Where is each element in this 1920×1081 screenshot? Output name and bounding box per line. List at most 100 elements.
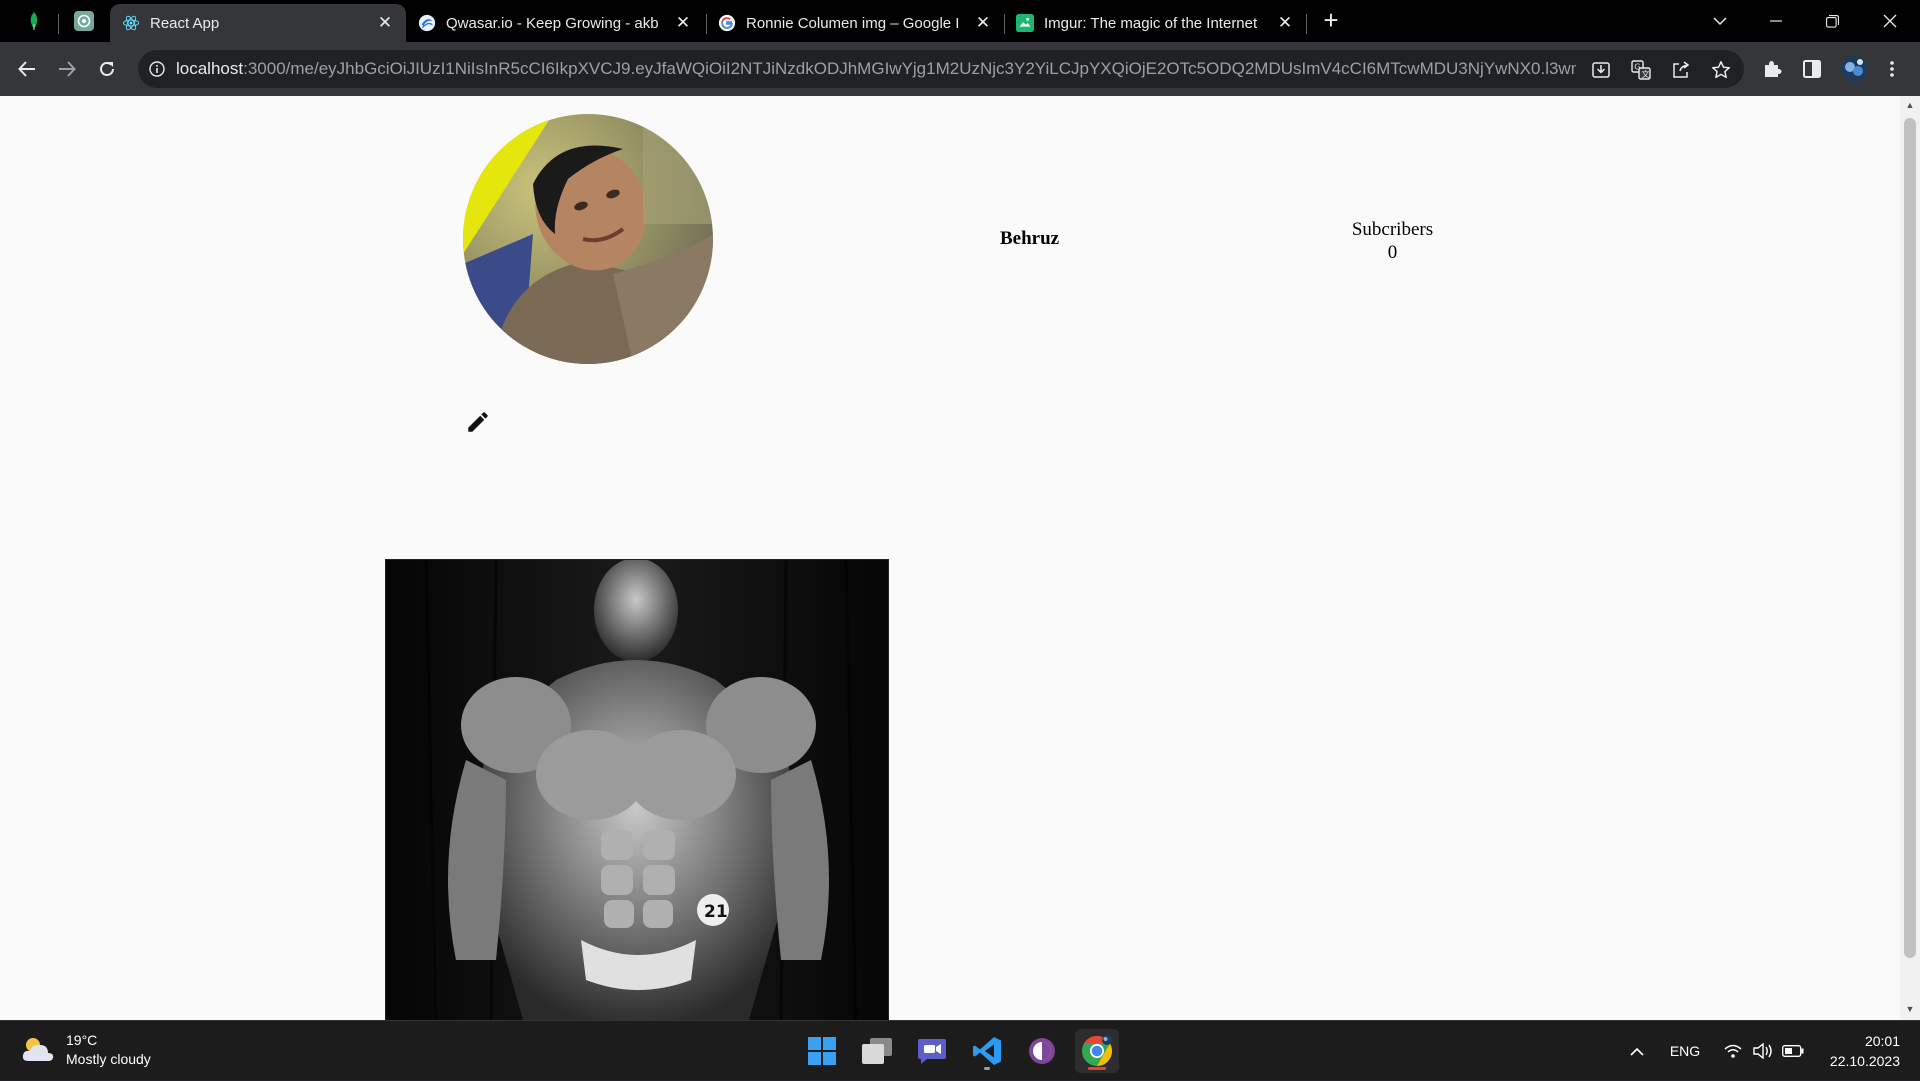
tab-title: Imgur: The magic of the Internet (1044, 14, 1258, 32)
translate-button[interactable]: G文 (1630, 59, 1652, 81)
scroll-down-arrow[interactable]: ▼ (1905, 1004, 1915, 1014)
speaker-icon (1753, 1043, 1772, 1059)
star-icon (1711, 61, 1731, 79)
tor-browser-taskbar-app[interactable] (1020, 1029, 1064, 1073)
url-text[interactable]: localhost:3000/me/eyJhbGciOiJIUzI1NiIsIn… (176, 59, 1576, 79)
translate-icon: G文 (1631, 60, 1651, 80)
chrome-taskbar-app[interactable] (1075, 1029, 1119, 1073)
tab-react-app[interactable]: React App ✕ (110, 4, 406, 42)
puzzle-icon (1765, 61, 1782, 77)
share-icon (1673, 61, 1690, 78)
minimize-button[interactable] (1748, 0, 1804, 42)
profile-avatar-icon (1841, 56, 1867, 82)
close-tab-icon[interactable]: ✕ (1276, 13, 1294, 32)
reload-button[interactable] (91, 53, 123, 85)
profile-username: Behruz (1000, 228, 1060, 249)
post-image[interactable]: 21 (385, 559, 889, 1020)
chevron-up-icon (1630, 1047, 1644, 1056)
install-app-button[interactable] (1590, 59, 1612, 81)
close-tab-icon[interactable]: ✕ (376, 13, 394, 32)
weather-widget[interactable]: 19°C Mostly cloudy (20, 1031, 151, 1069)
bookmark-button[interactable] (1710, 59, 1732, 81)
close-tab-icon[interactable]: ✕ (974, 13, 992, 32)
share-button[interactable] (1670, 59, 1692, 81)
close-window-button[interactable] (1862, 0, 1918, 42)
profile-avatar (463, 114, 713, 364)
task-view-icon (862, 1038, 892, 1064)
tab-qwasar[interactable]: Qwasar.io - Keep Growing - akb ✕ (406, 4, 704, 42)
address-bar[interactable]: localhost:3000/me/eyJhbGciOiJIUzI1NiIsIn… (138, 50, 1744, 88)
task-view-button[interactable] (855, 1029, 899, 1073)
windows-taskbar: 19°C Mostly cloudy ENG 20:01 22.10.2023 (0, 1020, 1920, 1080)
install-icon (1592, 62, 1610, 78)
extensions-button[interactable] (1760, 57, 1784, 81)
volume-status[interactable] (1748, 1021, 1778, 1081)
cloudy-weather-icon (22, 1038, 54, 1061)
chatgpt-icon (74, 11, 94, 31)
svg-text:21: 21 (704, 902, 728, 922)
start-button[interactable] (800, 1029, 844, 1073)
wifi-status[interactable] (1718, 1021, 1748, 1081)
restore-icon (1825, 14, 1839, 28)
info-icon (149, 61, 165, 77)
taskbar-clock[interactable]: 20:01 22.10.2023 (1810, 1031, 1900, 1071)
chat-icon (918, 1039, 946, 1064)
mongodb-leaf-icon (30, 12, 38, 30)
teams-chat-button[interactable] (910, 1029, 954, 1073)
google-icon (718, 14, 736, 32)
vscode-taskbar-app[interactable] (965, 1029, 1009, 1073)
subscribers-label: Subcribers (1351, 219, 1434, 240)
clock-time: 20:01 (1864, 1033, 1900, 1049)
react-icon (122, 15, 140, 31)
language-indicator[interactable]: ENG (1660, 1021, 1710, 1081)
url-host: localhost (176, 59, 244, 78)
imgur-icon (1016, 14, 1034, 32)
edit-profile-button[interactable] (462, 406, 494, 438)
pinned-tab-chatgpt[interactable] (62, 0, 106, 42)
tab-imgur[interactable]: Imgur: The magic of the Internet ✕ (1004, 4, 1306, 42)
tab-strip: React App ✕ Qwasar.io - Keep Growing - a… (0, 0, 1920, 42)
new-tab-button[interactable]: + (1318, 7, 1344, 34)
profile-button[interactable] (1840, 56, 1868, 82)
windows-icon (808, 1037, 836, 1065)
weather-description: Mostly cloudy (66, 1051, 151, 1067)
battery-status[interactable] (1778, 1021, 1808, 1081)
tor-browser-icon (1029, 1038, 1055, 1064)
tab-title: React App (150, 14, 220, 32)
vscode-icon (973, 1037, 1001, 1065)
clock-date: 22.10.2023 (1829, 1053, 1900, 1069)
chrome-menu-button[interactable] (1880, 57, 1904, 81)
close-icon (1883, 14, 1897, 28)
subscribers-count: 0 (1387, 242, 1398, 263)
pinned-tab-mongodb[interactable] (12, 0, 56, 42)
tab-search-button[interactable] (1692, 0, 1748, 42)
scrollbar-thumb[interactable] (1904, 118, 1916, 958)
svg-text:文: 文 (1642, 69, 1650, 79)
profile-photo (463, 114, 713, 364)
tab-title: Ronnie Columen img – Google I (746, 14, 960, 32)
page-scrollbar[interactable]: ▲ ▼ (1900, 96, 1920, 1020)
show-hidden-icons-button[interactable] (1622, 1021, 1652, 1081)
chevron-down-icon (1713, 17, 1727, 26)
side-panel-icon (1803, 60, 1821, 78)
subscribers-block: Subcribers 0 (1330, 218, 1455, 264)
page-content: Behruz Subcribers 0 21 ▲ ▼ (0, 96, 1920, 1020)
pencil-icon (468, 412, 488, 432)
close-tab-icon[interactable]: ✕ (674, 13, 692, 32)
side-panel-button[interactable] (1800, 57, 1824, 81)
back-button[interactable] (11, 53, 43, 85)
tab-google-search[interactable]: Ronnie Columen img – Google I ✕ (706, 4, 1004, 42)
reload-icon (100, 62, 114, 76)
forward-button[interactable] (51, 53, 83, 85)
qwasar-icon (418, 14, 436, 32)
scroll-up-arrow[interactable]: ▲ (1905, 100, 1915, 110)
restore-button[interactable] (1804, 0, 1860, 42)
chrome-icon (1082, 1035, 1113, 1066)
battery-icon (1782, 1045, 1804, 1057)
tab-title: Qwasar.io - Keep Growing - akb (446, 14, 659, 32)
site-info-button[interactable] (138, 50, 176, 88)
arrow-right-icon (59, 61, 76, 77)
minimize-icon (1770, 20, 1782, 22)
more-vertical-icon (1890, 61, 1894, 77)
svg-text:G: G (1634, 63, 1640, 72)
